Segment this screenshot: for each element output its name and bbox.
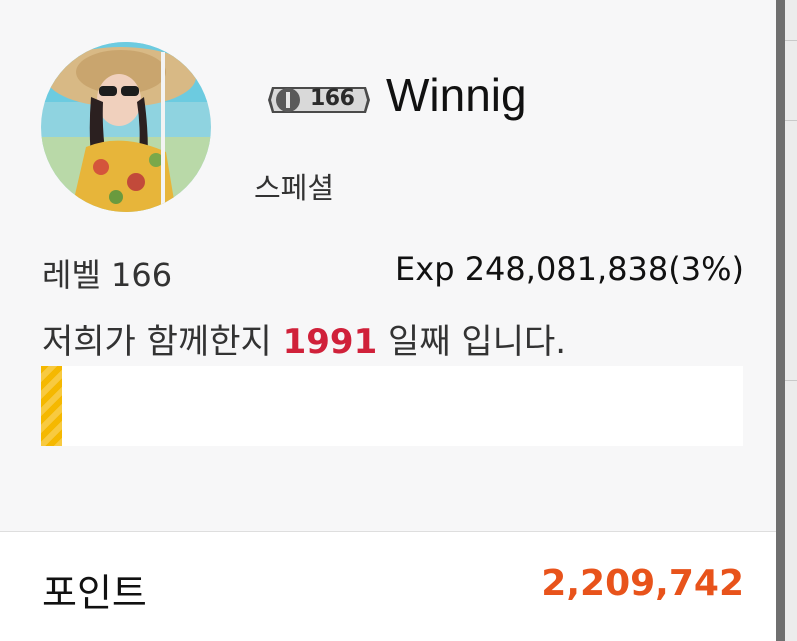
days-prefix: 저희가 함께한지 bbox=[42, 322, 272, 362]
level-text: 레벨 166 bbox=[42, 256, 173, 294]
level-badge-number: 166 bbox=[310, 86, 355, 111]
days-together-text: 저희가 함께한지 1991 일째 입니다. bbox=[42, 314, 566, 363]
exp-progress-bar bbox=[41, 366, 743, 446]
exp-progress-fill bbox=[41, 366, 63, 446]
avatar[interactable] bbox=[41, 42, 211, 212]
points-value[interactable]: 2,209,742 bbox=[541, 563, 744, 604]
divider bbox=[785, 40, 797, 41]
points-label: 포인트 bbox=[42, 571, 147, 615]
user-type: 스페셜 bbox=[254, 171, 335, 205]
username: Winnig bbox=[386, 69, 527, 121]
level-badge: 166 bbox=[266, 83, 372, 117]
background-page-strip bbox=[785, 0, 797, 641]
days-suffix: 일째 입니다. bbox=[388, 322, 567, 362]
profile-panel: 166 Winnig 스페셜 레벨 166 Exp 248,081,838(3%… bbox=[0, 0, 776, 641]
divider bbox=[785, 380, 797, 381]
divider bbox=[785, 120, 797, 121]
profile-summary: 166 Winnig 스페셜 레벨 166 Exp 248,081,838(3%… bbox=[0, 0, 776, 532]
days-count: 1991 bbox=[282, 322, 378, 362]
exp-text: Exp 248,081,838(3%) bbox=[395, 250, 744, 288]
